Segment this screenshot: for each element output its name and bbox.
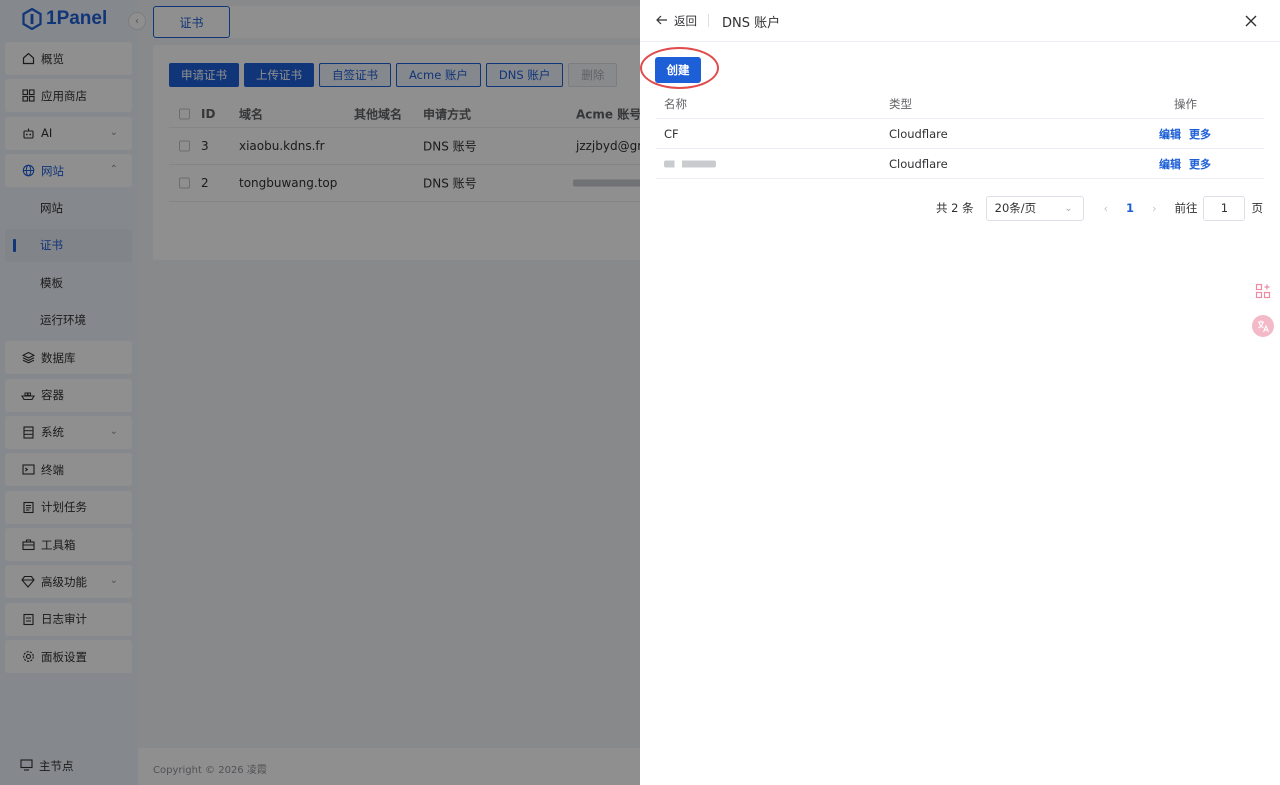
more-link[interactable]: 更多 — [1189, 126, 1211, 142]
apps-icon — [1255, 283, 1271, 299]
cell-type: Cloudflare — [889, 126, 948, 141]
goto-label: 前往 — [1174, 201, 1198, 215]
prev-page-button[interactable]: ‹ — [1104, 202, 1108, 215]
column-header-name: 名称 — [664, 96, 687, 111]
modal-overlay[interactable] — [0, 0, 640, 785]
translate-button[interactable] — [1252, 315, 1274, 337]
close-button[interactable] — [1243, 13, 1259, 29]
arrow-left-icon — [656, 14, 668, 28]
floating-toolbar — [1251, 280, 1275, 337]
back-label: 返回 — [674, 14, 697, 28]
cell-name-redacted — [664, 160, 716, 167]
cell-type: Cloudflare — [889, 156, 948, 171]
page-size-select[interactable]: 20条/页 ⌄ — [985, 195, 1084, 221]
more-link[interactable]: 更多 — [1189, 156, 1211, 172]
close-icon — [1245, 15, 1257, 27]
back-button[interactable]: 返回 — [656, 13, 697, 29]
table-header: 名称 类型 操作 — [656, 89, 1264, 119]
drawer-title: DNS 账户 — [722, 16, 781, 31]
apps-button[interactable] — [1252, 280, 1274, 302]
create-button[interactable]: 创建 — [655, 57, 701, 83]
pagination: 共 2 条 20条/页 ⌄ ‹ 1 › 前往 1 页 — [936, 195, 1263, 221]
chevron-down-icon: ⌄ — [1064, 202, 1073, 214]
column-header-type: 类型 — [889, 96, 912, 111]
edit-link[interactable]: 编辑 — [1159, 126, 1181, 142]
edit-link[interactable]: 编辑 — [1159, 156, 1181, 172]
next-page-button[interactable]: › — [1152, 202, 1156, 215]
total-count: 共 2 条 — [936, 201, 974, 215]
table-row: CF Cloudflare 编辑 更多 — [656, 119, 1264, 149]
current-page[interactable]: 1 — [1126, 201, 1134, 215]
table-row: Cloudflare 编辑 更多 — [656, 149, 1264, 179]
translate-icon — [1258, 320, 1270, 333]
header-divider — [708, 14, 709, 27]
dns-account-table: 名称 类型 操作 CF Cloudflare 编辑 更多 Cloudflare … — [656, 89, 1264, 179]
page-suffix: 页 — [1251, 201, 1263, 215]
goto-page-value: 1 — [1220, 201, 1229, 215]
page-size-value: 20条/页 — [994, 201, 1037, 215]
cell-name: CF — [664, 126, 679, 141]
column-header-actions: 操作 — [1174, 96, 1197, 111]
drawer-header: 返回 DNS 账户 — [640, 0, 1280, 42]
goto-page-input[interactable]: 1 — [1203, 195, 1246, 221]
dns-account-drawer: 返回 DNS 账户 创建 名称 类型 操作 CF Cloudflare 编辑 更… — [640, 0, 1280, 785]
